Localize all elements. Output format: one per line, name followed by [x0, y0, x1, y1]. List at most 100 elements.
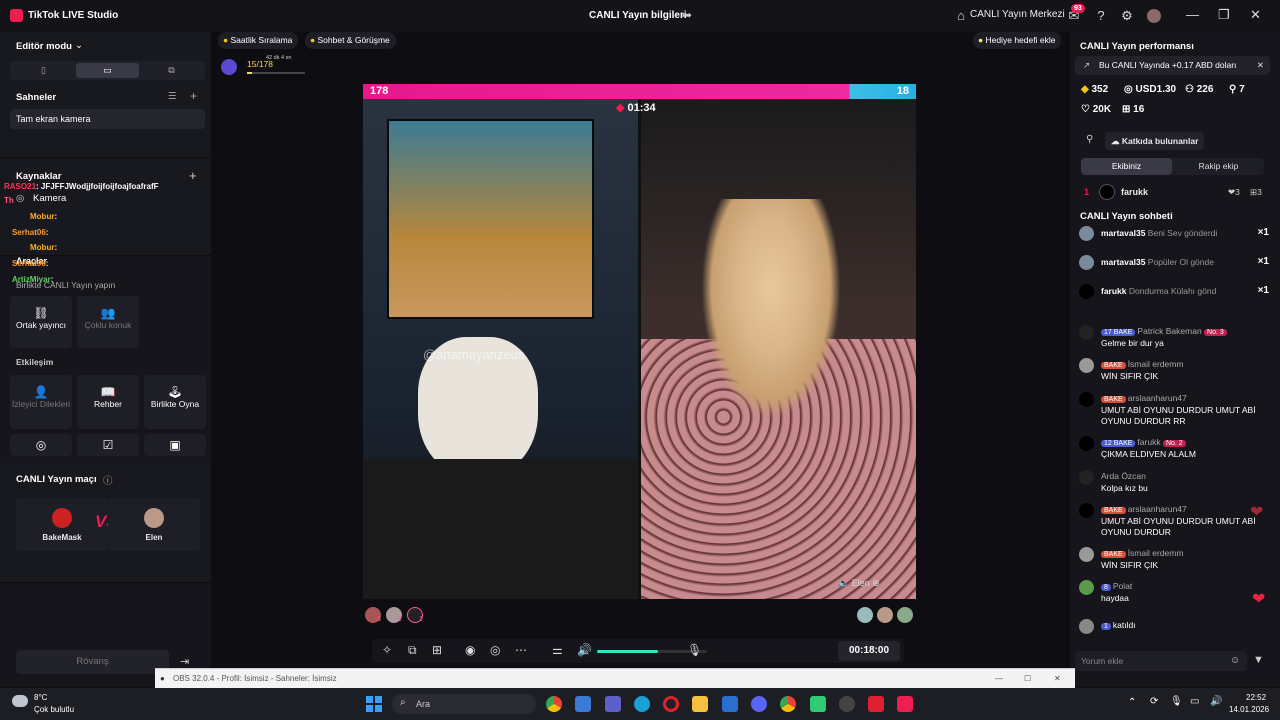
mic-tray-icon[interactable]: 🎙: [1170, 696, 1183, 707]
obs-close-button[interactable]: ✕: [1054, 669, 1061, 689]
opera-icon[interactable]: [663, 696, 679, 712]
display-icon[interactable]: ▭: [1190, 696, 1199, 707]
help-icon[interactable]: ⓘ: [103, 473, 113, 487]
viewer-requests-tile[interactable]: 👤 İzleyici Dilekleri: [10, 375, 72, 429]
more-tile[interactable]: ☑: [77, 434, 139, 456]
mixer-icon[interactable]: ⚌: [552, 643, 563, 657]
record-icon[interactable]: ◉: [465, 643, 475, 657]
weather-desc[interactable]: Çok bulutlu: [34, 705, 74, 714]
magic-icon[interactable]: ✧: [382, 643, 392, 657]
more-tile[interactable]: ▣: [144, 434, 206, 456]
editor-mode-dropdown[interactable]: Editör modu: [16, 41, 72, 52]
discord-icon[interactable]: [751, 696, 767, 712]
bulb-icon: ●: [978, 35, 986, 45]
avatar: [1079, 255, 1094, 270]
link-icon: ⛓: [33, 306, 49, 320]
close-icon[interactable]: ✕: [1257, 56, 1264, 75]
live-center-button[interactable]: CANLI Yayın Merkezi: [970, 9, 1065, 20]
chat-call-button[interactable]: ● Sohbet & Görüşme: [305, 32, 396, 49]
supporter-avatar[interactable]: [897, 607, 913, 623]
cloud-icon: ☁: [1111, 136, 1122, 146]
camera-effect-icon[interactable]: ◎: [490, 643, 500, 657]
guide-tile[interactable]: 📖 Rehber: [77, 375, 139, 429]
overlay-icon[interactable]: ⧉: [408, 643, 417, 658]
clock-date[interactable]: 14.01.2026: [1229, 705, 1269, 714]
taskbar-search[interactable]: Ara: [392, 694, 536, 714]
tab-rival-team[interactable]: Rakip ekip: [1173, 158, 1264, 175]
rank-user[interactable]: farukk: [1121, 187, 1148, 197]
chrome-icon[interactable]: [780, 696, 796, 712]
live-info-title[interactable]: CANLI Yayın bilgileri: [589, 10, 687, 21]
weather-temp[interactable]: 8°C: [34, 693, 47, 702]
layout-icon[interactable]: ⊞: [432, 643, 442, 657]
multi-guest-tile[interactable]: 👥 Çoklu konuk: [77, 296, 139, 348]
play-together-tile[interactable]: 🕹 Birlikte Oyna: [144, 375, 206, 429]
avatar: [144, 508, 164, 528]
tab-our-team[interactable]: Ekibiniz: [1081, 158, 1172, 175]
teams-icon[interactable]: [605, 696, 621, 712]
settings-gear-icon[interactable]: ⚙: [1119, 8, 1135, 24]
match-guest-box[interactable]: Elen: [108, 498, 200, 551]
battle-icon: ◆: [616, 102, 628, 114]
source-item[interactable]: Kamera: [33, 193, 66, 204]
emoji-icon[interactable]: ☺: [1230, 655, 1240, 666]
more-icon[interactable]: ⋯: [515, 643, 527, 657]
avatar: [1079, 580, 1094, 595]
mic-icon[interactable]: 🎙: [687, 643, 702, 657]
mail-icon[interactable]: [722, 696, 738, 712]
supporter-rank: 1: [419, 616, 423, 623]
close-button[interactable]: ✕: [1250, 7, 1261, 23]
filter-icon[interactable]: ▼: [1253, 654, 1264, 666]
contributors-button[interactable]: ☁ Katkıda bulunanlar: [1105, 132, 1205, 150]
chat-message: BAKE arslaanharun47 UMUT ABİ OYUNU DURDUR …: [1079, 503, 1269, 543]
gift-message: martaval35 Beni Sev gönderdi ×1: [1079, 226, 1269, 242]
rotate-mode-icon[interactable]: ⧉: [140, 63, 203, 78]
store-icon[interactable]: [575, 696, 591, 712]
landscape-mode-icon[interactable]: ▭: [76, 63, 139, 78]
chat-input[interactable]: Yorum ekle: [1075, 651, 1247, 671]
tiktok-taskbar-icon[interactable]: [897, 696, 913, 712]
speaker-icon: 🔈: [838, 578, 852, 588]
obs-minimize-button[interactable]: —: [995, 669, 1003, 689]
profile-avatar[interactable]: [1147, 9, 1161, 23]
orientation-selector: ▯ ▭ ⧉: [10, 61, 205, 80]
stat-viewers: ⚇ 226: [1185, 84, 1214, 95]
list-icon[interactable]: ☰: [168, 91, 177, 102]
add-scene-icon[interactable]: +: [190, 89, 197, 103]
supporter-avatar[interactable]: [877, 607, 893, 623]
chrome-icon[interactable]: [546, 696, 562, 712]
tray-chevron-up-icon[interactable]: ⌃: [1128, 697, 1136, 708]
obs-taskbar-icon[interactable]: [839, 696, 855, 712]
portrait-mode-icon[interactable]: ▯: [12, 63, 75, 78]
help-icon[interactable]: ?: [1093, 8, 1109, 23]
rematch-button[interactable]: Rövanş: [16, 650, 169, 674]
obs-window-bar[interactable]: ● OBS 32.0.4 - Profil: İsimsiz - Sahnele…: [155, 668, 1075, 688]
more-tile[interactable]: ◎: [10, 434, 72, 456]
obs-icon: ●: [160, 674, 165, 683]
windows-start-icon[interactable]: [366, 696, 382, 712]
minimize-button[interactable]: —: [1186, 7, 1199, 22]
scene-item[interactable]: Tam ekran kamera: [10, 109, 205, 129]
edge-icon[interactable]: [634, 696, 650, 712]
clock-time[interactable]: 22:52: [1246, 693, 1266, 702]
maximize-button[interactable]: ❐: [1218, 7, 1230, 23]
camera-icon: ◎: [16, 193, 25, 204]
add-source-icon[interactable]: +: [189, 168, 197, 183]
app-icon[interactable]: [810, 696, 826, 712]
stat-followers: ⚲ 7: [1229, 84, 1245, 95]
coin-icon: ◎: [1124, 84, 1133, 95]
share-icon[interactable]: ➦: [682, 8, 692, 22]
explorer-icon[interactable]: [692, 696, 708, 712]
sync-icon[interactable]: ⟳: [1150, 696, 1158, 707]
volume-icon[interactable]: 🔊: [577, 643, 592, 657]
gift-goal-button[interactable]: ● Hediye hedefi ekle: [973, 32, 1062, 49]
co-host-tile[interactable]: ⛓ Ortak yayıncı: [10, 296, 72, 348]
guest-name-tag[interactable]: 🔈 Elen ⊕: [838, 578, 880, 589]
person-edit-icon[interactable]: ⚲: [1086, 134, 1093, 145]
hourly-ranking-button[interactable]: ● Saatlik Sıralama: [218, 32, 299, 49]
supporter-avatar[interactable]: [857, 607, 873, 623]
volume-tray-icon[interactable]: 🔊: [1210, 696, 1222, 707]
obs-maximize-button[interactable]: ☐: [1024, 669, 1031, 689]
exit-icon[interactable]: ⇥: [180, 655, 189, 668]
youtube-icon[interactable]: [868, 696, 884, 712]
